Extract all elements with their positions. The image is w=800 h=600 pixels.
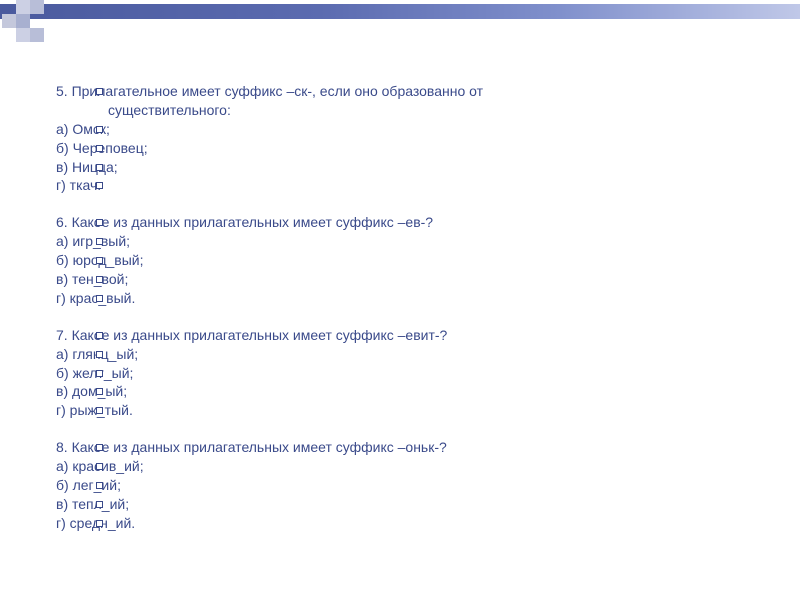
slide-header-bar (0, 4, 800, 19)
bullet-icon (96, 276, 103, 283)
bullet-icon (96, 295, 103, 302)
answer-option: а) красив_ий; (56, 457, 760, 476)
bullet-icon (96, 520, 103, 527)
answer-option: в) дом_ый; (56, 382, 760, 401)
answer-option: в) тен_вой; (56, 270, 760, 289)
bullet-icon (96, 164, 103, 171)
answer-option: г) средн_ий. (56, 514, 760, 533)
answer-option: в) Ницца; (56, 158, 760, 177)
bullet-icon (96, 370, 103, 377)
answer-option: б) юрод_вый; (56, 251, 760, 270)
question-body: Какое из данных прилагательных имеет суф… (72, 439, 447, 455)
question-body: Какое из данных прилагательных имеет суф… (72, 214, 434, 230)
answer-option: а) глянц_ый; (56, 345, 760, 364)
answer-option: в) тепл_ий; (56, 495, 760, 514)
answer-option: а) игр_вый; (56, 232, 760, 251)
answer-option: г) рыж_тый. (56, 401, 760, 420)
question-body: Прилагательное имеет суффикс –ск-, если … (72, 83, 483, 99)
bullet-icon (96, 182, 103, 189)
bullet-icon (96, 257, 103, 264)
answer-option: б) Череповец; (56, 139, 760, 158)
answer-option: б) желт_ый; (56, 364, 760, 383)
bullet-icon (96, 238, 103, 245)
bullet-icon (96, 145, 103, 152)
bullet-icon (96, 351, 103, 358)
bullet-icon (96, 388, 103, 395)
question-number: 7. (56, 327, 68, 343)
slide-header-decoration (0, 0, 60, 48)
question-number: 5. (56, 83, 68, 99)
slide-content: 5. Прилагательное имеет суффикс –ск-, ес… (56, 82, 760, 533)
answer-option: г) крас_вый. (56, 289, 760, 308)
bullet-icon (96, 88, 103, 95)
bullet-icon (96, 463, 103, 470)
bullet-icon (96, 444, 103, 451)
question-text: 6. Какое из данных прилагательных имеет … (56, 213, 760, 232)
question-text: 5. Прилагательное имеет суффикс –ск-, ес… (56, 82, 760, 101)
question-number: 6. (56, 214, 68, 230)
bullet-icon (96, 482, 103, 489)
bullet-icon (96, 126, 103, 133)
question-number: 8. (56, 439, 68, 455)
answer-option: а) Омск; (56, 120, 760, 139)
bullet-icon (96, 407, 103, 414)
bullet-icon (96, 219, 103, 226)
bullet-icon (96, 501, 103, 508)
bullet-icon (96, 332, 103, 339)
question-continuation: существительного: (56, 101, 760, 120)
answer-option: б) лег_ий; (56, 476, 760, 495)
question-text: 8. Какое из данных прилагательных имеет … (56, 438, 760, 457)
question-text: 7. Какое из данных прилагательных имеет … (56, 326, 760, 345)
answer-option: г) ткач. (56, 176, 760, 195)
question-body: Какое из данных прилагательных имеет суф… (72, 327, 448, 343)
